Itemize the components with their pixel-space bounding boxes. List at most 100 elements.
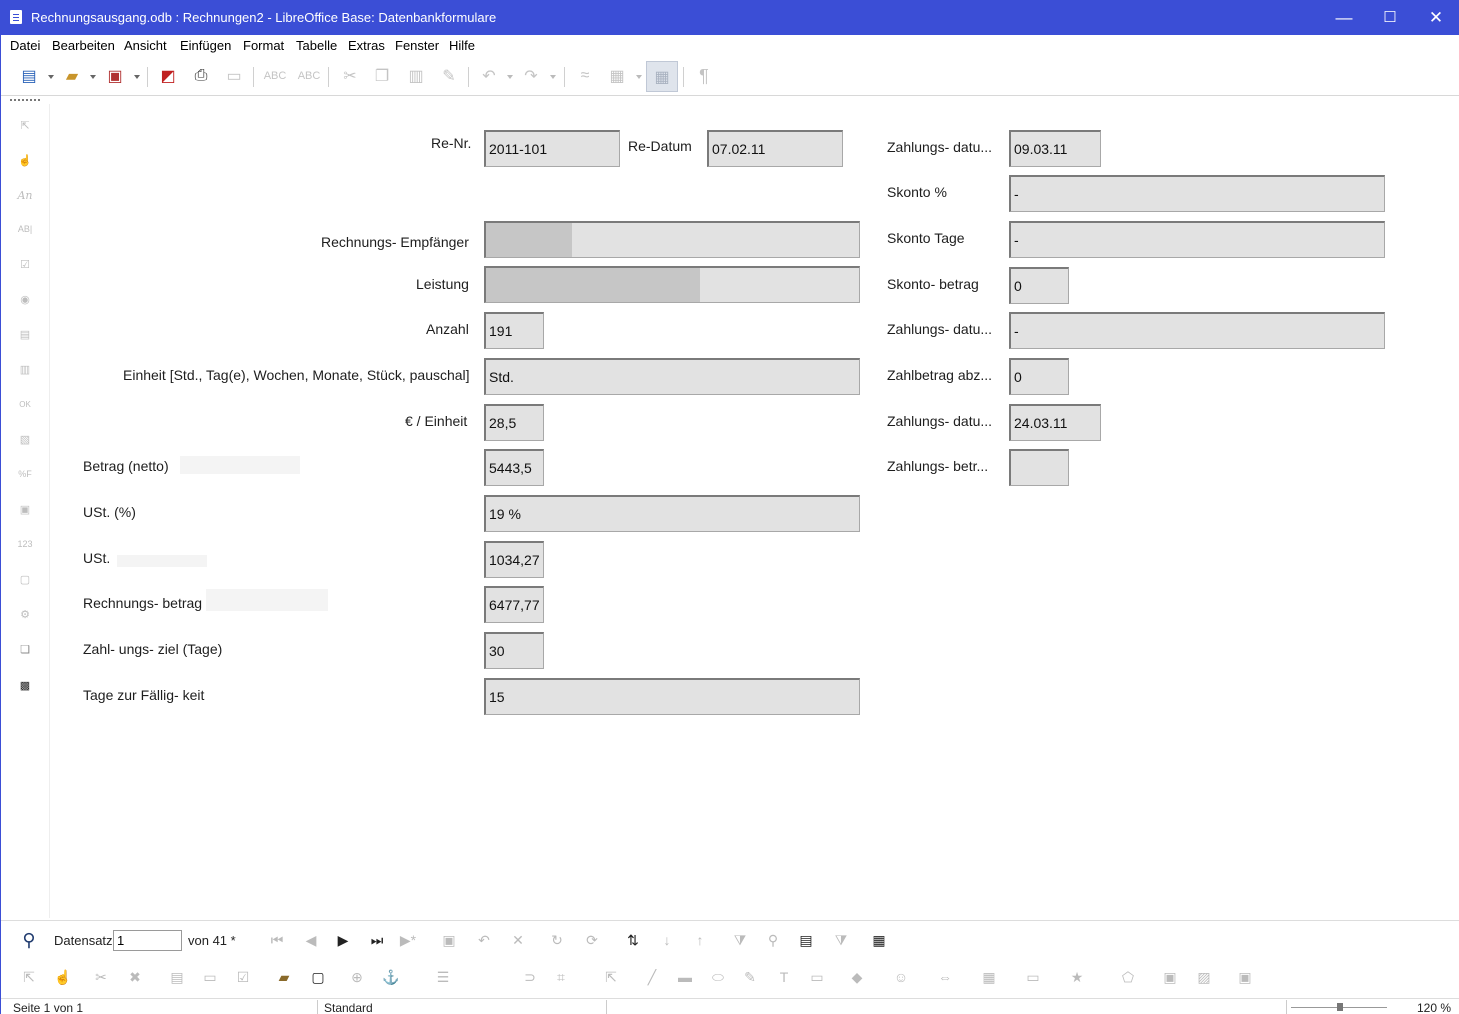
apply-filter-icon[interactable]: ⚲ [762, 929, 784, 951]
zahlungsziel-field[interactable]: 30 [484, 632, 544, 669]
more-controls-icon[interactable]: ⚙ [14, 603, 36, 625]
list-box-icon[interactable]: ▤ [14, 323, 36, 345]
search-icon[interactable]: ⚲ [18, 929, 40, 951]
sort-descending-icon[interactable]: ↑ [689, 929, 711, 951]
image-icon[interactable]: ▨ [1193, 966, 1215, 988]
menu-ansicht[interactable]: Ansicht [124, 38, 167, 53]
form-design-icon[interactable]: ❏ [14, 638, 36, 660]
design-mode-icon[interactable]: ☝ [14, 149, 36, 171]
symbol-shapes-icon[interactable]: ☺ [890, 966, 912, 988]
paste-icon[interactable]: ▥ [404, 64, 428, 88]
zoom-slider-handle[interactable] [1337, 1003, 1343, 1011]
group-box-icon[interactable]: ▢ [14, 568, 36, 590]
last-record-icon[interactable]: ⏭ [366, 929, 388, 951]
date-field-icon[interactable]: ▣ [14, 498, 36, 520]
toolbar-grip[interactable] [10, 99, 40, 102]
form-based-filter-icon[interactable]: ▤ [795, 929, 817, 951]
form-navigator-icon[interactable]: ▩ [14, 674, 36, 696]
delete-icon[interactable]: ✖ [124, 966, 146, 988]
copy-icon[interactable]: ❐ [370, 64, 394, 88]
menu-bearbeiten[interactable]: Bearbeiten [52, 38, 115, 53]
zahlungsdatum-3-field[interactable]: 24.03.11 [1009, 404, 1101, 441]
skonto-tage-field[interactable]: - [1009, 221, 1385, 258]
spellcheck-icon[interactable]: ABC [263, 64, 287, 88]
form-properties-icon[interactable]: ▭ [199, 966, 221, 988]
line-icon[interactable]: ╱ [641, 966, 663, 988]
control-properties-icon[interactable]: ▤ [166, 966, 188, 988]
rechnungs-empfaenger-field[interactable] [484, 221, 860, 258]
data-source-icon[interactable]: ▦ [868, 929, 890, 951]
previous-record-icon[interactable]: ◀ [300, 929, 322, 951]
align-icon[interactable]: ☰ [432, 966, 454, 988]
sort-icon[interactable]: ⇅ [622, 929, 644, 951]
form-navigator-icon[interactable]: ▢ [307, 966, 329, 988]
design-mode-icon[interactable]: ☝ [52, 966, 74, 988]
chevron-down-icon[interactable] [636, 75, 642, 79]
new-document-icon[interactable]: ▤ [17, 64, 41, 88]
new-record-icon[interactable]: ▶* [397, 929, 419, 951]
add-field-icon[interactable]: ▰ [273, 966, 295, 988]
combo-box-icon[interactable]: ▥ [14, 358, 36, 380]
fontwork-icon[interactable]: ▣ [1159, 966, 1181, 988]
ellipse-icon[interactable]: ⬭ [707, 966, 729, 988]
redo-icon[interactable]: ↷ [519, 64, 543, 88]
grid-icon[interactable]: ▦ [646, 61, 678, 92]
extrusion-icon[interactable]: ▣ [1234, 966, 1256, 988]
chevron-down-icon[interactable] [48, 75, 54, 79]
next-record-icon[interactable]: ▶ [332, 929, 354, 951]
menu-extras[interactable]: Extras [348, 38, 385, 53]
text-box-icon[interactable]: T [773, 966, 795, 988]
zahlungsdatum-1-field[interactable]: 09.03.11 [1009, 130, 1101, 167]
delete-record-icon[interactable]: ✕ [507, 929, 529, 951]
callouts-icon[interactable]: ▭ [1022, 966, 1044, 988]
numeric-field-icon[interactable]: 123 [14, 533, 36, 555]
skonto-betrag-field[interactable]: 0 [1009, 267, 1069, 304]
cut-icon[interactable]: ✂ [90, 966, 112, 988]
ust-prozent-field[interactable]: 19 % [484, 495, 860, 532]
stars-icon[interactable]: ★ [1066, 966, 1088, 988]
close-button[interactable]: ✕ [1413, 0, 1459, 35]
sort-ascending-icon[interactable]: ↓ [656, 929, 678, 951]
text-box-icon[interactable]: AB| [14, 218, 36, 240]
push-button-icon[interactable]: OK [14, 393, 36, 415]
activation-order-icon[interactable]: ☑ [232, 966, 254, 988]
cut-icon[interactable]: ✂ [338, 64, 362, 88]
autofilter-icon[interactable]: ⧩ [729, 929, 751, 951]
pointer-icon[interactable]: ⇱ [600, 966, 622, 988]
clone-formatting-icon[interactable]: ✎ [437, 64, 461, 88]
basic-shapes-icon[interactable]: ◆ [846, 966, 868, 988]
save-record-icon[interactable]: ▣ [438, 929, 460, 951]
re-nr-field[interactable]: 2011-101 [484, 130, 620, 167]
refresh-control-icon[interactable]: ⟳ [581, 929, 603, 951]
print-preview-icon[interactable]: ▭ [222, 64, 246, 88]
zahlbetrag-abz-field[interactable]: 0 [1009, 358, 1069, 395]
undo-icon[interactable]: ↶ [477, 64, 501, 88]
option-button-icon[interactable]: ◉ [14, 288, 36, 310]
crop-icon[interactable]: ⌗ [550, 966, 572, 988]
flowchart-icon[interactable]: ▦ [978, 966, 1000, 988]
autospellcheck-icon[interactable]: ABC [297, 64, 321, 88]
maximize-button[interactable]: ☐ [1367, 0, 1413, 35]
einheit-field[interactable]: Std. [484, 358, 860, 395]
chevron-down-icon[interactable] [90, 75, 96, 79]
minimize-button[interactable]: — [1321, 0, 1367, 35]
chevron-down-icon[interactable] [134, 75, 140, 79]
chevron-down-icon[interactable] [507, 75, 513, 79]
euro-einheit-field[interactable]: 28,5 [484, 404, 544, 441]
export-pdf-icon[interactable]: ◩ [156, 64, 180, 88]
image-button-icon[interactable]: ▧ [14, 428, 36, 450]
hyperlink-icon[interactable]: ≈ [573, 64, 597, 88]
refresh-icon[interactable]: ↻ [546, 929, 568, 951]
freeform-icon[interactable]: ✎ [739, 966, 761, 988]
open-icon[interactable]: ▰ [60, 64, 84, 88]
re-datum-field[interactable]: 07.02.11 [707, 130, 843, 167]
zahlungsbetrag-field[interactable] [1009, 449, 1069, 486]
skonto-prozent-field[interactable]: - [1009, 175, 1385, 212]
checkbox-icon[interactable]: ☑ [14, 253, 36, 275]
formatting-marks-icon[interactable]: ¶ [692, 64, 716, 88]
table-icon[interactable]: ▦ [605, 64, 629, 88]
leistung-field[interactable] [484, 266, 860, 303]
formatted-field-icon[interactable]: %F [14, 463, 36, 485]
chevron-down-icon[interactable] [550, 75, 556, 79]
print-icon[interactable]: ⎙ [189, 64, 213, 88]
